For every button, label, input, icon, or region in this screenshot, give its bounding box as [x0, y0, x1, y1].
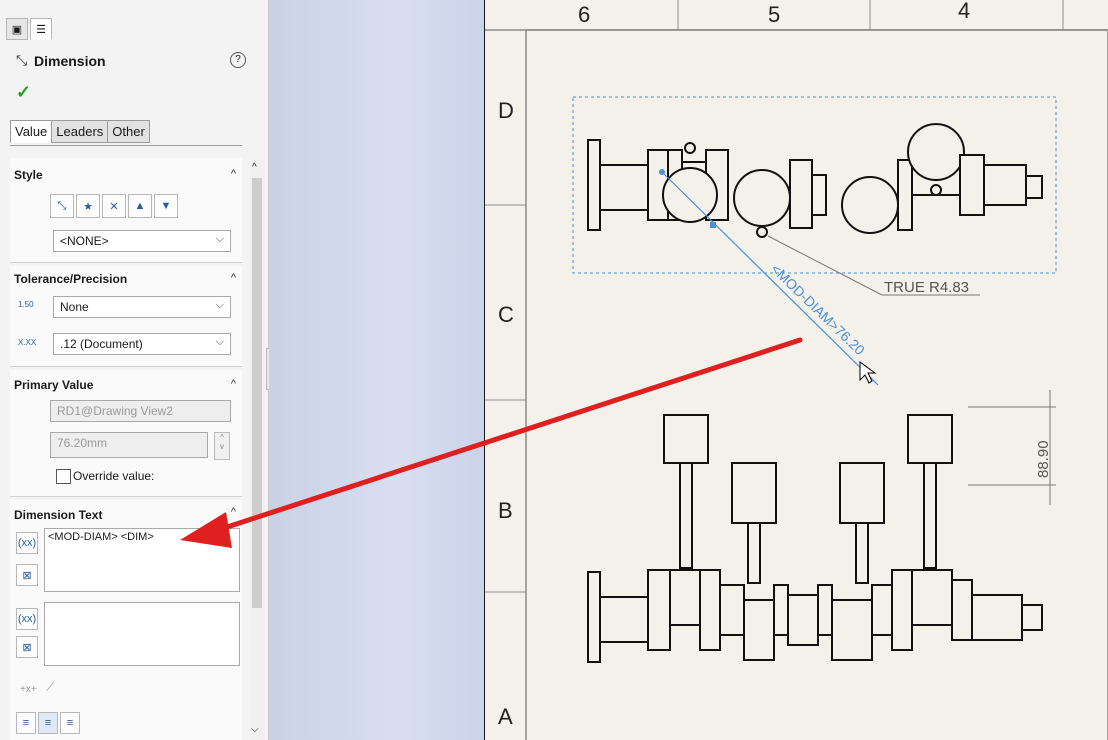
red-arrow-head: [180, 512, 232, 548]
red-arrow-shaft: [215, 337, 803, 533]
annotation-arrow-overlay: [180, 337, 803, 548]
